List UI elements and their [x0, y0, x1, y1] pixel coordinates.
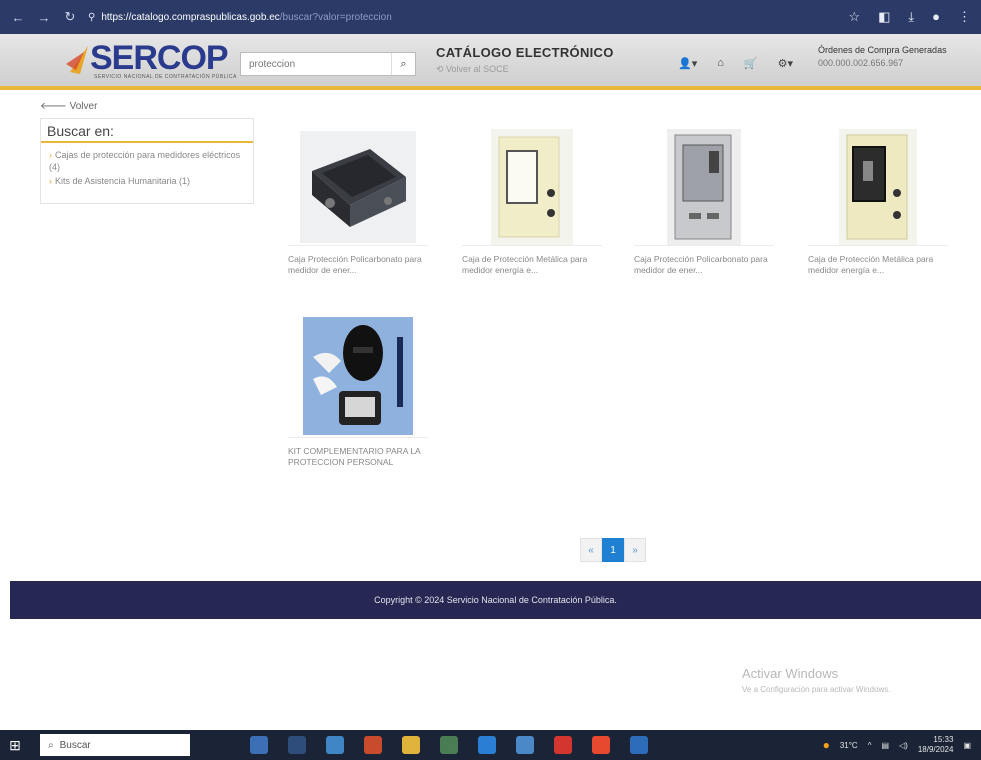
app-icon[interactable] [440, 736, 458, 754]
product-image[interactable] [462, 128, 602, 246]
product-card[interactable]: Caja de Protección Metálica para medidor… [808, 128, 948, 276]
product-name[interactable]: Caja Protección Policarbonato para medid… [634, 254, 774, 276]
home-icon[interactable]: ⌂ [717, 57, 724, 70]
product-card[interactable]: Caja Protección Policarbonato para medid… [634, 128, 774, 276]
site-header: SERCOP SERVICIO NACIONAL DE CONTRATACIÓN… [0, 34, 981, 90]
url-path: /buscar?valor=proteccion [279, 11, 392, 23]
product-card[interactable]: Caja Protección Policarbonato para medid… [288, 128, 428, 276]
reload-icon[interactable]: ↻ [62, 9, 78, 25]
pager-page-button[interactable]: 1 [602, 538, 624, 562]
clear-box-image-icon [667, 128, 741, 245]
file-explorer-icon[interactable] [402, 736, 420, 754]
product-image[interactable] [288, 128, 428, 246]
logo-text: SERCOP [90, 39, 229, 77]
filter-item-cajas[interactable]: › Cajas de protección para medidores eléc… [49, 149, 245, 173]
site-footer: Copyright © 2024 Servicio Nacional de Co… [10, 581, 981, 619]
copyright-text: Copyright © 2024 Servicio Nacional de Co… [374, 595, 617, 605]
chevron-right-icon: › [49, 150, 52, 160]
product-card[interactable]: Caja de Protección Metálica para medidor… [462, 128, 602, 276]
app-logo-icon[interactable] [250, 736, 268, 754]
task-view-icon[interactable] [288, 736, 306, 754]
clock-date: 18/9/2024 [917, 745, 954, 754]
profile-icon[interactable]: ● [932, 9, 940, 25]
taskbar-search-label: Buscar [59, 739, 91, 751]
back-link[interactable]: 🡐 Volver [40, 100, 97, 112]
pagination: « 1 » [580, 538, 646, 562]
store-icon[interactable] [478, 736, 496, 754]
taskbar-search[interactable]: ⌕ Buscar [40, 734, 190, 756]
chevron-right-icon: › [49, 176, 52, 186]
back-to-soce-link[interactable]: ⟲ Volver al SOCE [436, 64, 509, 75]
cream-box-image-icon [839, 128, 917, 245]
browser-menu-icon[interactable]: ⋮ [958, 9, 971, 25]
weather-icon[interactable]: ● [823, 738, 830, 752]
settings-icon[interactable]: ⚙▾ [778, 57, 793, 70]
pdf-reader-icon[interactable] [554, 736, 572, 754]
address-bar[interactable]: ⚲ https://catalogo.compraspublicas.gob.e… [88, 12, 392, 23]
activate-windows-watermark: Activar Windows Ve a Configuración para … [742, 666, 891, 694]
product-image[interactable] [808, 128, 948, 246]
return-icon: ⟲ [436, 64, 447, 74]
back-to-soce-label: Volver al SOCE [446, 64, 509, 74]
cart-icon[interactable]: 🛒 [744, 57, 758, 70]
windows-taskbar: ⊞ ⌕ Buscar ● 31°C ^ ▤ ◁) 15:33 18/9/2024… [0, 730, 981, 760]
forward-arrow-icon[interactable]: → [36, 10, 52, 25]
logo-mark-icon [66, 46, 88, 74]
cream-box-image-icon [491, 128, 573, 245]
volume-icon[interactable]: ◁) [899, 741, 908, 750]
product-name[interactable]: KIT COMPLEMENTARIO PARA LA PROTECCION PE… [288, 446, 428, 468]
app-icon[interactable] [516, 736, 534, 754]
site-info-icon[interactable]: ⚲ [88, 12, 95, 23]
extension-icon[interactable]: ◧ [878, 9, 890, 25]
filter-title: Buscar en: [41, 119, 253, 143]
search-icon: ⌕ [48, 739, 54, 751]
product-name[interactable]: Caja de Protección Metálica para medidor… [462, 254, 602, 276]
logo-subtext: SERVICIO NACIONAL DE CONTRATACIÓN PÚBLIC… [94, 74, 237, 80]
product-image[interactable] [634, 128, 774, 246]
activate-subtitle: Ve a Configuración para activar Windows. [742, 685, 891, 694]
browser-toolbar: ← → ↻ ⚲ https://catalogo.compraspublicas… [0, 0, 981, 34]
activate-title: Activar Windows [742, 666, 839, 681]
app-icon[interactable] [364, 736, 382, 754]
pager-prev-button[interactable]: « [580, 538, 602, 562]
download-icon[interactable]: ⤓ [908, 9, 914, 25]
tray-chevron-icon[interactable]: ^ [868, 741, 872, 750]
temperature-text: 31°C [839, 740, 858, 750]
user-menu-icon[interactable]: 👤▾ [678, 57, 697, 70]
sercop-logo[interactable]: SERCOP SERVICIO NACIONAL DE CONTRATACIÓN… [66, 40, 236, 84]
search-icon[interactable]: ⌕ [391, 53, 415, 75]
product-image[interactable] [288, 314, 428, 438]
catalog-title: CATÁLOGO ELECTRÓNICO [436, 45, 614, 60]
product-name[interactable]: Caja de Protección Metálica para medidor… [808, 254, 948, 276]
pager-next-button[interactable]: » [624, 538, 646, 562]
network-icon[interactable]: ▤ [881, 741, 889, 750]
arrow-left-icon: 🡐 [40, 101, 70, 112]
filter-item-label: Cajas de protección para medidores eléct… [49, 150, 241, 172]
search-input[interactable] [241, 53, 391, 75]
catalog-search: ⌕ [240, 52, 416, 76]
chrome-icon[interactable] [592, 736, 610, 754]
windows-start-icon[interactable]: ⊞ [0, 737, 30, 754]
search-filter-panel: Buscar en: › Cajas de protección para med… [40, 118, 254, 204]
protection-kit-image-icon [303, 316, 413, 435]
back-arrow-icon[interactable]: ← [10, 10, 26, 25]
orders-value: 000.000.002.656.967 [818, 58, 904, 68]
filter-item-label: Kits de Asistencia Humanitaria (1) [55, 176, 191, 186]
product-card[interactable]: KIT COMPLEMENTARIO PARA LA PROTECCION PE… [288, 314, 428, 468]
orders-label: Órdenes de Compra Generadas [818, 45, 947, 55]
orders-counter: Órdenes de Compra Generadas 000.000.002.… [818, 44, 947, 70]
back-label: Volver [69, 101, 98, 112]
bookmark-star-icon[interactable]: ☆ [848, 9, 860, 25]
product-name[interactable]: Caja Protección Policarbonato para medid… [288, 254, 428, 276]
clock-time: 15:33 [933, 735, 954, 744]
taskbar-clock[interactable]: 15:33 18/9/2024 [918, 735, 954, 755]
word-icon[interactable] [630, 736, 648, 754]
notification-icon[interactable]: ▣ [963, 741, 971, 750]
filter-item-kits[interactable]: › Kits de Asistencia Humanitaria (1) [49, 175, 245, 187]
black-box-image-icon [300, 130, 416, 243]
app-icon[interactable] [326, 736, 344, 754]
url-host: https://catalogo.compraspublicas.gob.ec [101, 11, 280, 23]
